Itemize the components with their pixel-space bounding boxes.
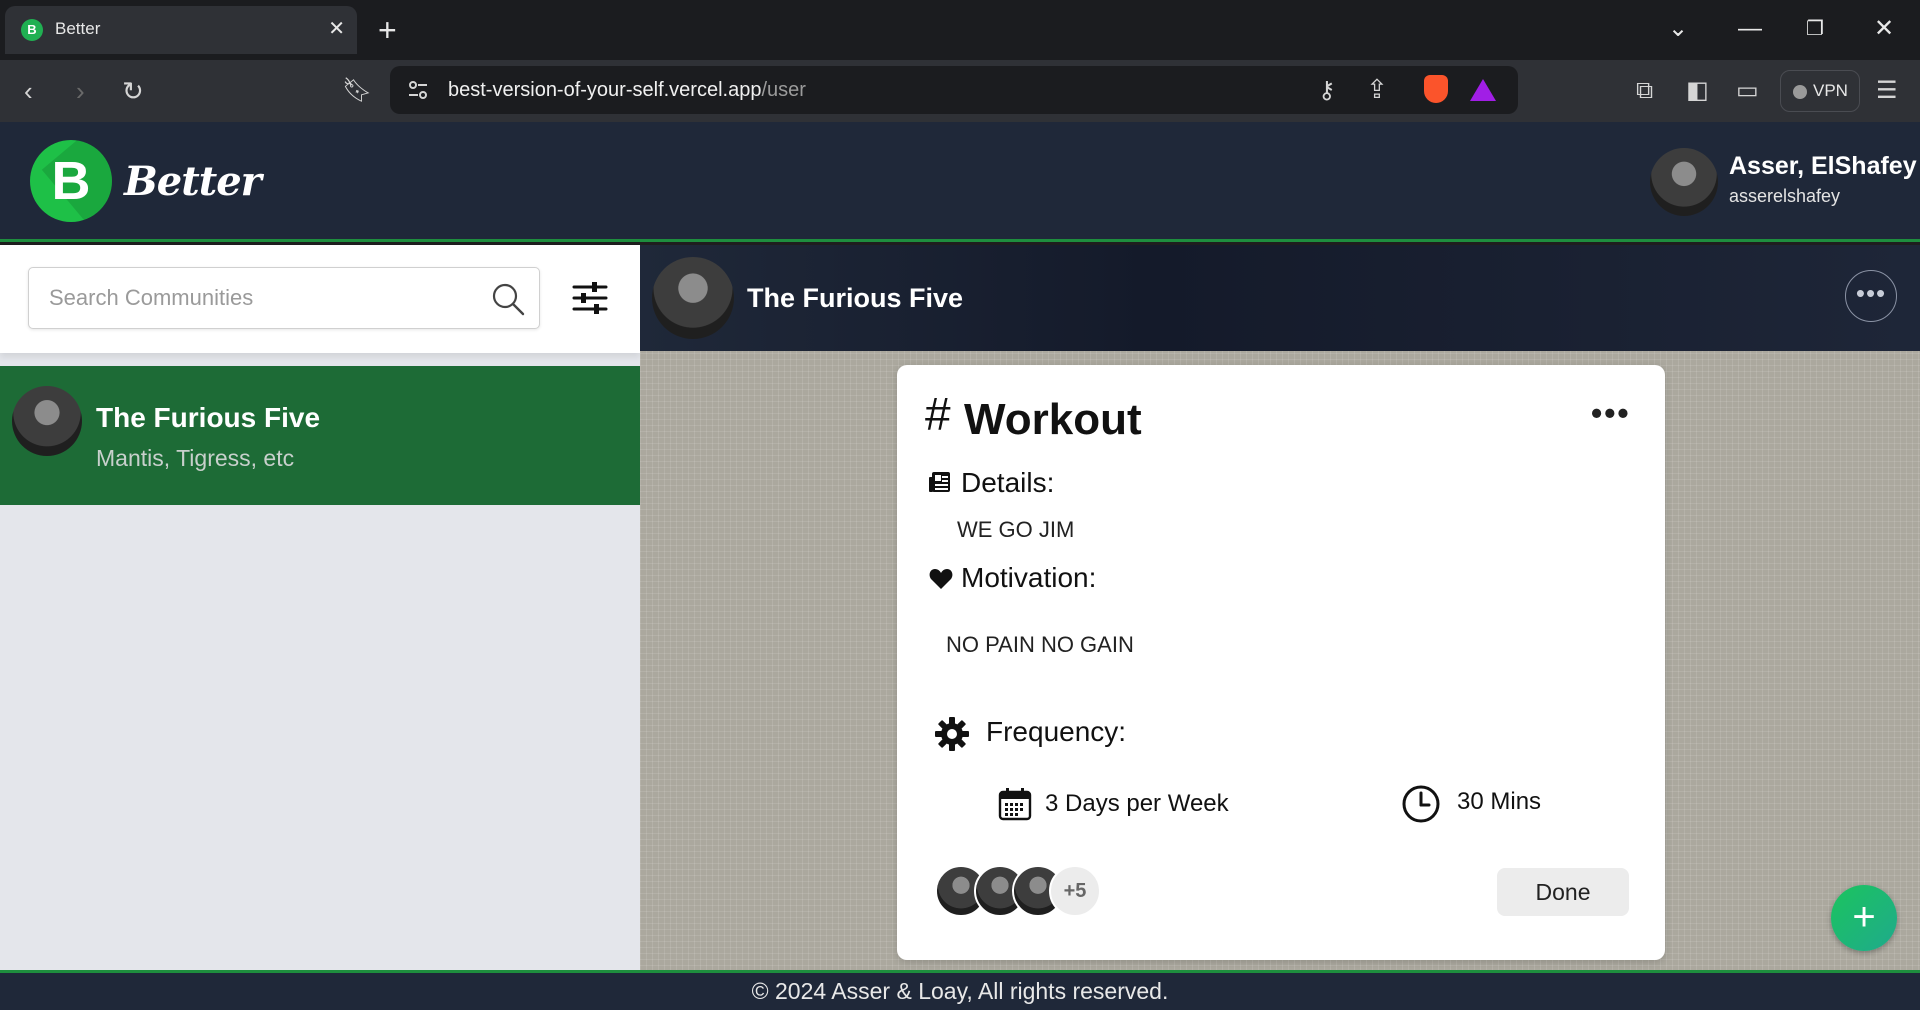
bookmark-icon[interactable]: 🔖︎ [342, 74, 372, 108]
forward-icon[interactable]: › [76, 74, 85, 108]
frequency-label: Frequency: [986, 716, 1127, 747]
restore-icon[interactable]: ❐ [1806, 12, 1824, 46]
frequency-duration: 30 Mins [1457, 788, 1542, 815]
community-main-panel: The Furious Five ••• # Workout ••• Detai… [640, 245, 1920, 970]
user-handle: asserelshafey [1729, 186, 1841, 206]
brave-rewards-icon[interactable] [1470, 79, 1496, 101]
vpn-button[interactable]: VPN [1780, 70, 1860, 112]
search-box [28, 267, 540, 329]
browser-tab[interactable]: B Better ✕ [5, 6, 357, 54]
user-name: Asser, ElShafey [1729, 152, 1917, 180]
vpn-label: VPN [1813, 81, 1848, 100]
share-icon[interactable]: ⇪ [1366, 74, 1388, 105]
minimize-icon[interactable]: — [1738, 12, 1762, 46]
hash-symbol: # [925, 388, 951, 440]
menu-icon[interactable]: ☰ [1876, 76, 1898, 106]
add-habit-button[interactable]: + [1831, 885, 1897, 951]
community-header: The Furious Five ••• [640, 245, 1920, 351]
tab-search-chevron-icon[interactable]: ⌄ [1668, 12, 1688, 46]
footer-text: © 2024 Asser & Loay, All rights reserved… [751, 978, 1169, 1004]
reload-icon[interactable]: ↻ [122, 74, 144, 108]
details-label: Details: [961, 467, 1055, 498]
clock-icon [1402, 785, 1440, 823]
footer: © 2024 Asser & Loay, All rights reserved… [0, 970, 1920, 1010]
community-header-avatar[interactable] [652, 257, 734, 339]
site-settings-icon[interactable] [408, 80, 428, 100]
url-path: /user [761, 79, 806, 101]
address-bar[interactable]: best-version-of-your-self.vercel.app/use… [390, 66, 1518, 114]
search-icon[interactable] [491, 282, 525, 316]
community-name: The Furious Five [96, 402, 321, 433]
community-members: Mantis, Tigress, etc [96, 445, 295, 471]
frequency-days: 3 Days per Week [1045, 790, 1229, 817]
sidebar-toggle-icon[interactable]: ◧ [1686, 76, 1709, 106]
extensions-icon[interactable]: ⧉ [1636, 76, 1653, 106]
url-host: best-version-of-your-self.vercel.app [448, 79, 762, 101]
search-communities-input[interactable] [29, 268, 469, 328]
app-header: B Better Asser, ElShafey asserelshafey [0, 122, 1920, 242]
motivation-value: NO PAIN NO GAIN [946, 632, 1134, 657]
wallet-icon[interactable]: ▭ [1736, 76, 1759, 106]
user-avatar[interactable] [1650, 148, 1718, 216]
browser-toolbar: ‹ › ↻ 🔖︎ best-version-of-your-self.verce… [0, 60, 1920, 122]
heart-icon [929, 569, 953, 589]
tab-title: Better [55, 19, 101, 38]
url-text: best-version-of-your-self.vercel.app/use… [448, 79, 806, 102]
new-tab-icon[interactable]: + [378, 10, 397, 50]
more-members-badge[interactable]: +5 [1049, 865, 1101, 917]
newspaper-icon [929, 472, 950, 492]
community-options-button[interactable]: ••• [1845, 270, 1897, 322]
back-icon[interactable]: ‹ [24, 74, 33, 108]
key-icon[interactable]: ⚷ [1318, 76, 1336, 105]
habit-card: # Workout ••• Details: WE GO JIM Motivat… [897, 365, 1665, 960]
logo-wordmark[interactable]: Better [124, 158, 262, 205]
logo-letter: B [51, 151, 91, 211]
close-tab-icon[interactable]: ✕ [328, 16, 345, 41]
community-title: The Furious Five [747, 283, 964, 313]
filter-sliders-icon[interactable] [572, 281, 608, 315]
details-value: WE GO JIM [957, 517, 1075, 542]
calendar-icon [998, 788, 1032, 821]
search-area [0, 245, 640, 353]
logo-icon[interactable]: B [30, 140, 112, 222]
vpn-status-icon [1793, 85, 1807, 99]
brave-shields-icon[interactable] [1424, 75, 1448, 103]
habit-title: Workout [964, 395, 1142, 444]
community-item-the-furious-five[interactable]: The Furious Five Mantis, Tigress, etc [0, 366, 640, 505]
browser-tab-bar: B Better ✕ + ⌄ — ❐ ✕ [0, 0, 1920, 60]
gear-icon [935, 717, 969, 751]
communities-sidebar: The Furious Five Mantis, Tigress, etc [0, 245, 640, 970]
community-avatar [12, 386, 82, 456]
habit-options-button[interactable]: ••• [1591, 395, 1631, 432]
favicon-icon: B [21, 19, 43, 41]
close-window-icon[interactable]: ✕ [1874, 12, 1894, 46]
motivation-label: Motivation: [961, 562, 1097, 593]
done-button[interactable]: Done [1497, 868, 1629, 916]
